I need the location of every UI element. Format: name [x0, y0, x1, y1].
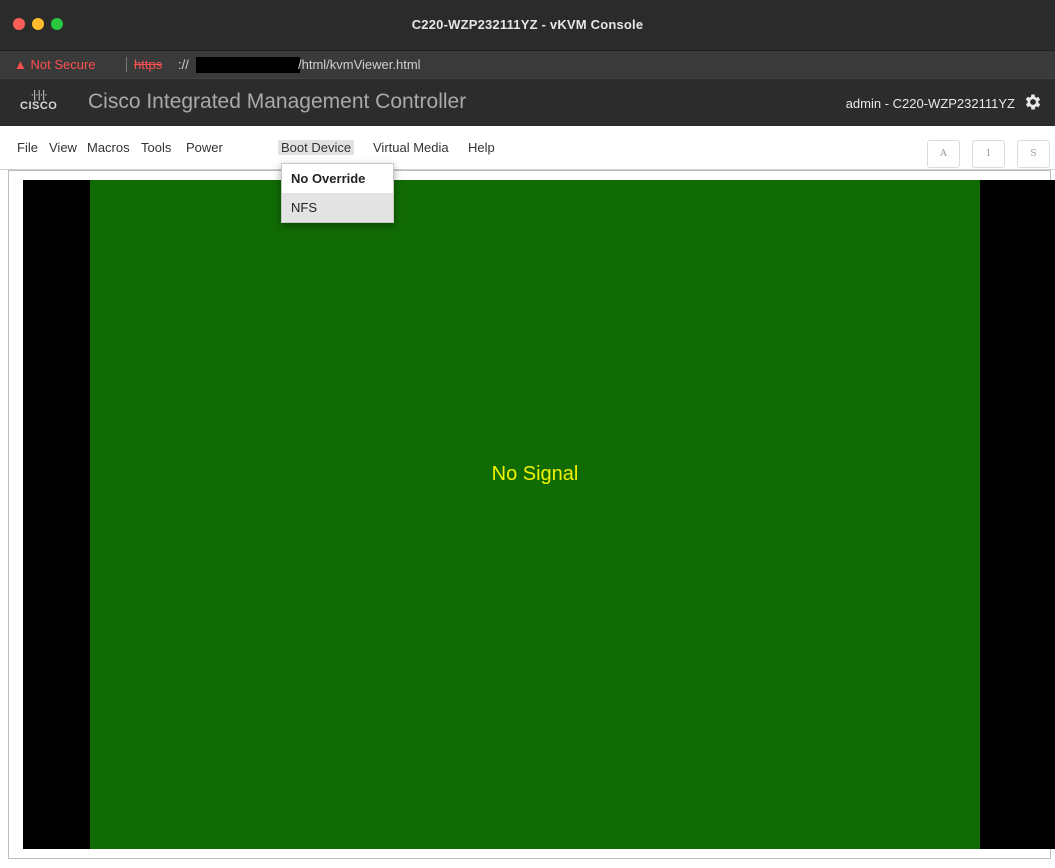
- kvm-menubar: File View Macros Tools Power Boot Device…: [0, 126, 1055, 170]
- address-scheme: https: [134, 57, 163, 72]
- console-screen[interactable]: No Signal: [90, 180, 980, 849]
- menu-file[interactable]: File: [17, 140, 38, 155]
- menu-boot-device[interactable]: Boot Device: [278, 140, 355, 155]
- dropdown-item-no-override[interactable]: No Override: [282, 164, 393, 193]
- address-path: /html/kvmViewer.html: [298, 57, 421, 72]
- redacted-host: [196, 57, 300, 73]
- cisco-logo: ·|·|·|· CISCO: [20, 90, 57, 112]
- menu-macros[interactable]: Macros: [87, 140, 130, 155]
- num-lock-indicator[interactable]: 1: [972, 140, 1005, 168]
- caps-lock-indicator[interactable]: A: [927, 140, 960, 168]
- no-signal-message: No Signal: [491, 463, 579, 485]
- address-bar[interactable]: ▲ Not Secure https :// /html/kvmViewer.h…: [0, 50, 1055, 78]
- boot-device-dropdown: No Override NFS: [281, 163, 394, 223]
- not-secure-warning[interactable]: ▲ Not Secure: [14, 57, 96, 72]
- cisco-logo-word: CISCO: [20, 100, 58, 112]
- address-scheme-separator: ://: [178, 57, 189, 72]
- scroll-lock-indicator[interactable]: S: [1017, 140, 1050, 168]
- gear-icon[interactable]: [1023, 92, 1043, 112]
- menu-view[interactable]: View: [49, 140, 77, 155]
- dropdown-item-nfs[interactable]: NFS: [282, 193, 393, 222]
- menu-virtual-media[interactable]: Virtual Media: [373, 140, 449, 155]
- menu-power[interactable]: Power: [186, 140, 223, 155]
- window-titlebar: C220-WZP232111YZ - vKVM Console: [0, 0, 1055, 50]
- user-host-label[interactable]: admin - C220-WZP232111YZ: [846, 96, 1015, 111]
- cimc-header: ·|·|·|· CISCO Cisco Integrated Managemen…: [0, 78, 1055, 126]
- kvm-console-frame[interactable]: No Signal: [8, 170, 1055, 859]
- menu-help[interactable]: Help: [468, 140, 495, 155]
- app-title: Cisco Integrated Management Controller: [88, 90, 467, 113]
- menu-tools[interactable]: Tools: [141, 140, 171, 155]
- address-divider: [126, 57, 127, 72]
- window-title: C220-WZP232111YZ - vKVM Console: [411, 17, 644, 32]
